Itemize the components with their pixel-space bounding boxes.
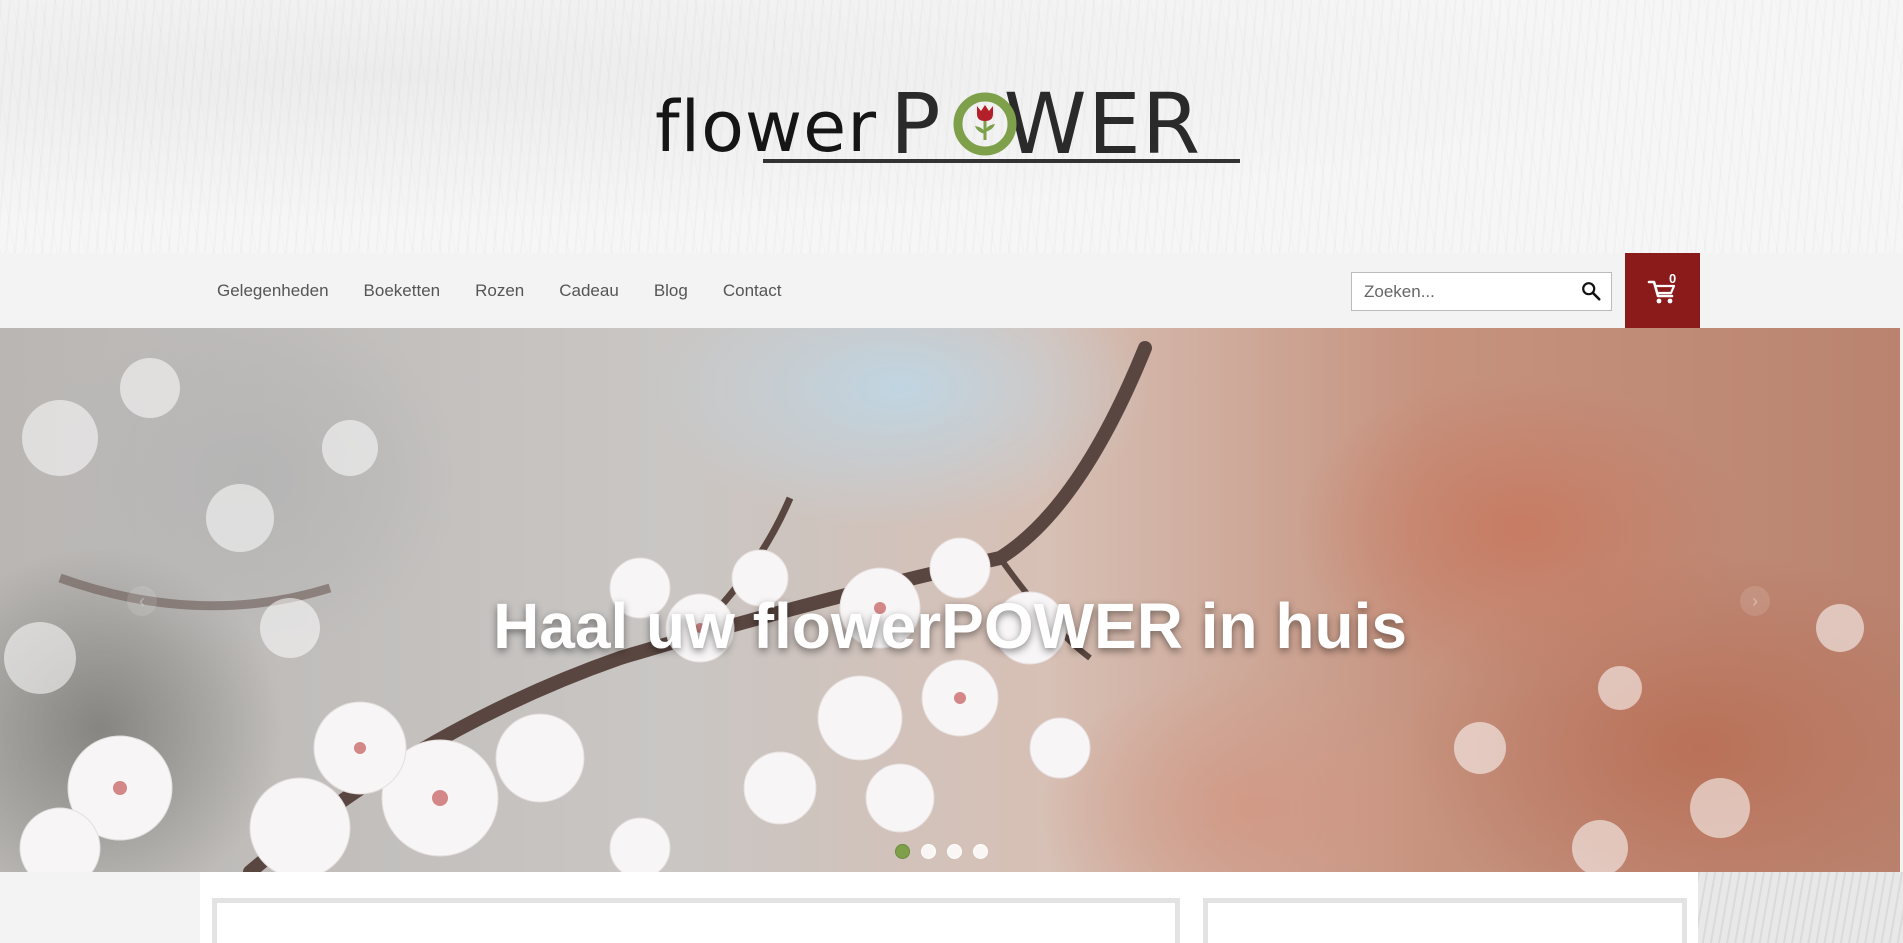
- slider-dot-4[interactable]: [973, 844, 988, 859]
- logo-underline: [763, 159, 1240, 163]
- chevron-right-icon: ›: [1752, 590, 1758, 611]
- nav-item-blog[interactable]: Blog: [654, 253, 688, 328]
- site-header: flower P WER: [0, 0, 1903, 253]
- hero-slider[interactable]: Haal uw flowerPOWER in huis ‹ ›: [0, 328, 1900, 872]
- hero-title: Haal uw flowerPOWER in huis: [493, 590, 1407, 662]
- content-card-side: [1203, 898, 1687, 943]
- main-navbar: Gelegenheden Boeketten Rozen Cadeau Blog…: [0, 253, 1903, 328]
- slider-pagination: [895, 844, 988, 859]
- cart-button[interactable]: 0: [1625, 253, 1700, 328]
- slider-prev-button[interactable]: ‹: [127, 586, 157, 616]
- main-nav: Gelegenheden Boeketten Rozen Cadeau Blog…: [217, 253, 816, 328]
- slider-dot-1[interactable]: [895, 844, 910, 859]
- side-decoration: [1698, 872, 1903, 943]
- logo-text-flower: flower: [655, 86, 878, 168]
- site-logo[interactable]: flower P WER: [655, 75, 1240, 173]
- nav-item-cadeau[interactable]: Cadeau: [559, 253, 619, 328]
- cart-count-badge: 0: [1669, 271, 1677, 286]
- content-card-main: [212, 898, 1180, 943]
- search-icon: [1582, 282, 1601, 301]
- slider-dot-3[interactable]: [947, 844, 962, 859]
- search-box: [1351, 272, 1612, 311]
- logo-text-power: P WER: [890, 75, 1202, 173]
- slider-dot-2[interactable]: [921, 844, 936, 859]
- slider-next-button[interactable]: ›: [1740, 586, 1770, 616]
- search-button[interactable]: [1579, 280, 1603, 304]
- chevron-left-icon: ‹: [139, 590, 145, 611]
- tulip-logo-icon: [953, 92, 1017, 156]
- nav-item-gelegenheden[interactable]: Gelegenheden: [217, 253, 329, 328]
- search-input[interactable]: [1352, 273, 1572, 310]
- nav-item-contact[interactable]: Contact: [723, 253, 782, 328]
- nav-item-boeketten[interactable]: Boeketten: [364, 253, 441, 328]
- nav-item-rozen[interactable]: Rozen: [475, 253, 524, 328]
